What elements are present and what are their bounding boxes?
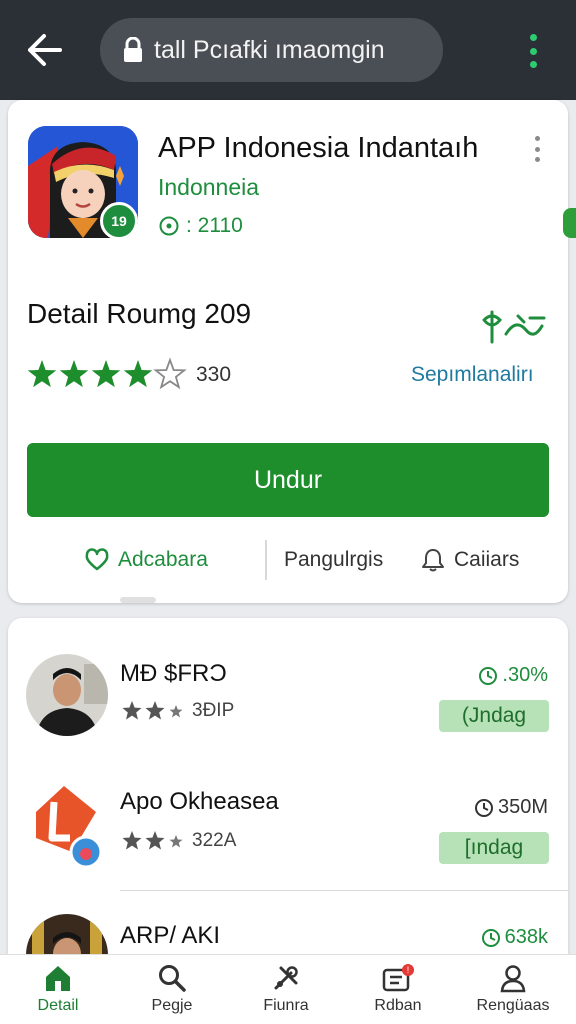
dot-icon [534, 136, 540, 141]
item-size: 350M [474, 796, 548, 819]
app-more-button[interactable] [530, 136, 544, 162]
ratings-link[interactable]: Sepımlanalirı [411, 363, 534, 387]
item-size: .30% [478, 664, 548, 687]
info-icon [159, 216, 179, 236]
star-icon [153, 357, 187, 390]
avatar [26, 914, 108, 958]
bell-icon [422, 549, 444, 572]
action-label: Caiiars [454, 548, 520, 571]
back-button[interactable] [22, 30, 66, 70]
person-avatar-icon [26, 914, 108, 958]
developer-link[interactable]: Indonneia [158, 174, 259, 201]
url-text: tall Pcıafki ımaomgin [154, 35, 385, 64]
app-meta: : 2110 [158, 214, 243, 238]
detail-title: Detail Roumg 209 [27, 298, 252, 329]
item-name: MÐ $FRƆ [120, 660, 227, 687]
nav-item-profile[interactable]: Rengüaas [463, 955, 563, 1024]
item-rating: 322A [122, 830, 236, 852]
item-name: Apo Okheasea [120, 788, 279, 815]
browser-toolbar: tall Pcıafki ımaomgin [0, 0, 576, 100]
dot-icon [534, 157, 540, 162]
item-rating: 3ÐIP [122, 700, 234, 722]
item-rating-count: 3ÐIP [192, 700, 235, 721]
divider [120, 890, 568, 891]
lock-icon [124, 37, 142, 62]
svg-text:!: ! [407, 965, 410, 975]
nav-label: Rdban [374, 997, 422, 1014]
home-icon [46, 966, 70, 991]
app-meta-text: : 2110 [186, 214, 243, 237]
star-icon [59, 360, 89, 388]
nav-label: Detail [37, 997, 79, 1014]
star-icon [123, 360, 153, 388]
star-icon [91, 360, 121, 388]
list-item[interactable]: Apo Okheasea 322A 350M [ındag [8, 770, 568, 890]
action-share[interactable]: Pangulrgis [284, 536, 383, 584]
nav-item-search[interactable]: Pegje [122, 955, 222, 1024]
dot-icon [534, 146, 540, 152]
nav-label: Rengüaas [476, 997, 550, 1014]
action-row: Adcabara Pangulrgis Caiiars [8, 536, 568, 584]
arrow-left-icon [28, 34, 62, 66]
card-handle [120, 597, 156, 603]
avatar [26, 654, 108, 736]
rating-row: 330 [26, 357, 231, 393]
app-list: MÐ $FRƆ 3ÐIP .30% (Jndag Apo Okheasea 32… [8, 618, 568, 958]
nav-item-detail[interactable]: Detail [8, 955, 108, 1024]
item-size-text: .30% [502, 664, 548, 686]
nav-item-features[interactable]: Fiunra [236, 955, 336, 1024]
item-size: 638k [481, 926, 548, 949]
action-wishlist[interactable]: Adcabara [84, 536, 208, 584]
item-install-button[interactable]: [ındag [439, 832, 549, 864]
dot-icon [529, 47, 537, 55]
rating-stars [27, 357, 187, 390]
browser-menu-button[interactable] [522, 34, 544, 68]
edge-indicator [563, 208, 576, 238]
nav-item-updates[interactable]: ! Rdban [348, 955, 448, 1024]
app-title: APP Indonesia Indantaıh [158, 132, 479, 164]
action-label: Adcabara [118, 548, 208, 571]
tools-icon [274, 966, 298, 990]
rating-count: 330 [196, 363, 232, 386]
person-avatar-icon [26, 654, 108, 736]
item-name: ARP/ AKI [120, 922, 221, 949]
dot-icon [529, 34, 537, 41]
address-bar[interactable]: tall Pcıafki ımaomgin [100, 18, 443, 82]
app-logo-icon [36, 786, 103, 869]
nav-label: Pegje [151, 997, 193, 1014]
app-card: 19 APP Indonesia Indantaıh Indonneia : 2… [8, 100, 568, 603]
app-badge: 19 [100, 202, 138, 240]
action-notify[interactable]: Caiiars [420, 536, 519, 584]
user-icon [500, 965, 526, 993]
list-item[interactable]: MÐ $FRƆ 3ÐIP .30% (Jndag [8, 642, 568, 762]
action-label: Pangulrgis [284, 548, 384, 571]
avatar [26, 782, 108, 869]
item-rating-count: 322A [192, 830, 237, 851]
dot-icon [529, 61, 537, 68]
item-size-text: 638k [504, 926, 548, 948]
star-rating-icon [122, 701, 183, 720]
star-icon [27, 360, 57, 388]
nav-label: Fiunra [263, 997, 309, 1014]
search-icon [159, 965, 186, 992]
item-install-button[interactable]: (Jndag [439, 700, 549, 732]
clock-icon [479, 666, 498, 685]
bottom-navigation: Detail Pegje Fiunra ! Rdban Rengüaas [0, 954, 576, 1024]
divider [265, 540, 267, 580]
install-button[interactable]: Undur [27, 443, 549, 517]
item-size-text: 350M [497, 796, 548, 818]
heart-icon [85, 548, 109, 571]
clock-icon [474, 798, 493, 817]
star-rating-icon [122, 831, 183, 850]
updates-icon: ! [382, 964, 414, 992]
clock-icon [481, 928, 500, 947]
list-item[interactable]: ARP/ AKI 638k [8, 896, 568, 958]
decorative-icons [482, 310, 546, 344]
